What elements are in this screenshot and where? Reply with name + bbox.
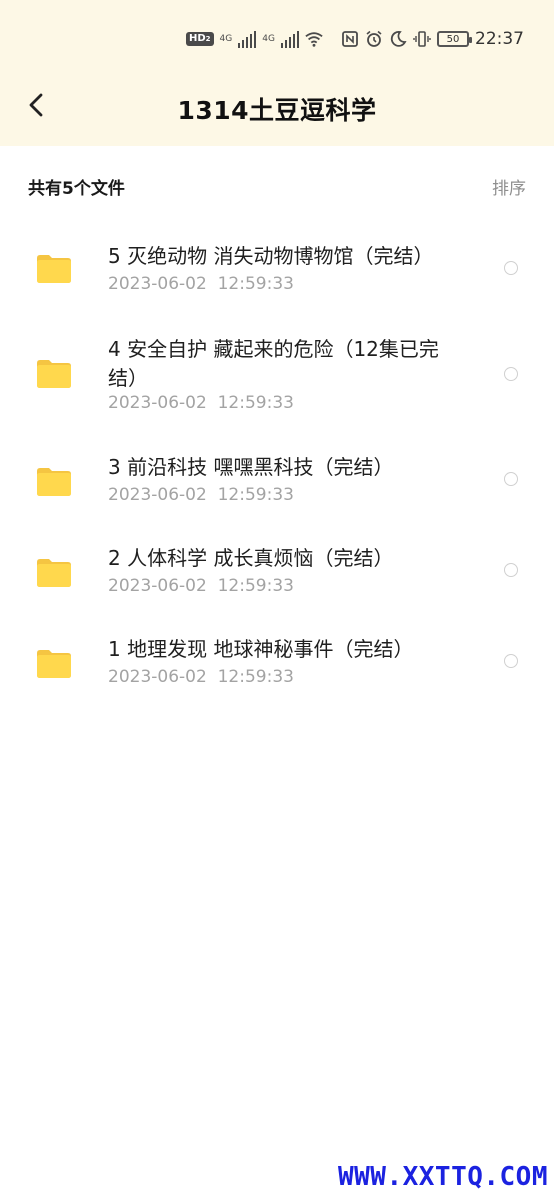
file-date: 2023-06-02 12:59:33	[108, 667, 294, 687]
hd-sub: 2	[205, 35, 211, 43]
folder-icon	[37, 559, 71, 587]
status-bar: HD2 4G 4G 50 22:37	[0, 0, 554, 78]
list-item[interactable]: 4 安全自护 藏起来的危险（12集已完结） 2023-06-02 12:59:3…	[0, 329, 554, 447]
signal-2-icon	[280, 30, 299, 48]
file-date: 2023-06-02 12:59:33	[108, 274, 294, 294]
wifi-icon	[305, 32, 323, 47]
file-name: 2 人体科学 成长真烦恼（完结）	[108, 546, 394, 570]
file-name: 3 前沿科技 嘿嘿黑科技（完结）	[108, 455, 394, 479]
file-date: 2023-06-02 12:59:33	[108, 393, 294, 413]
battery-level: 50	[446, 33, 460, 45]
folder-icon	[37, 468, 71, 496]
network-type-1: 4G	[219, 33, 233, 44]
file-name: 5 灭绝动物 消失动物博物馆（完结）	[108, 244, 434, 268]
list-item[interactable]: 3 前沿科技 嘿嘿黑科技（完结） 2023-06-02 12:59:33	[0, 447, 554, 538]
summary-row: 共有5个文件 排序	[0, 146, 554, 224]
folder-icon	[37, 255, 71, 283]
hd-badge: HD2	[186, 32, 214, 46]
select-radio[interactable]	[504, 367, 518, 381]
file-count: 共有5个文件	[28, 179, 125, 199]
do-not-disturb-moon-icon	[390, 31, 407, 47]
select-radio[interactable]	[504, 261, 518, 275]
app-screen: HD2 4G 4G 50 22:37 1314土豆逗科学 共有5个文件 排序 5…	[0, 0, 554, 1200]
network-type-2: 4G	[262, 33, 275, 44]
hd-label: HD	[189, 33, 206, 44]
watermark-text: WWW.XXTTQ.COM	[338, 1162, 548, 1192]
file-date: 2023-06-02 12:59:33	[108, 576, 294, 596]
nfc-icon	[342, 31, 358, 47]
list-item[interactable]: 5 灭绝动物 消失动物博物馆（完结） 2023-06-02 12:59:33	[0, 224, 554, 329]
vibrate-icon	[413, 31, 431, 47]
list-item[interactable]: 1 地理发现 地球神秘事件（完结） 2023-06-02 12:59:33	[0, 629, 554, 720]
file-list: 5 灭绝动物 消失动物博物馆（完结） 2023-06-02 12:59:33 4…	[0, 224, 554, 720]
select-radio[interactable]	[504, 654, 518, 668]
signal-1-icon	[238, 30, 257, 48]
sort-button[interactable]: 排序	[492, 174, 526, 199]
file-name: 4 安全自护 藏起来的危险（12集已完结）	[108, 337, 439, 390]
page-title: 1314土豆逗科学	[177, 96, 377, 125]
status-left-group: HD2 4G 4G	[186, 30, 323, 48]
list-item[interactable]: 2 人体科学 成长真烦恼（完结） 2023-06-02 12:59:33	[0, 538, 554, 629]
select-radio[interactable]	[504, 563, 518, 577]
select-radio[interactable]	[504, 472, 518, 486]
folder-icon	[37, 650, 71, 678]
status-time: 22:37	[475, 29, 524, 49]
status-right-group: 50 22:37	[341, 29, 524, 49]
app-header: 1314土豆逗科学	[0, 78, 554, 146]
file-name: 1 地理发现 地球神秘事件（完结）	[108, 637, 414, 661]
battery-icon: 50	[437, 31, 472, 47]
alarm-icon	[366, 30, 382, 47]
folder-icon	[37, 360, 71, 388]
top-bar: HD2 4G 4G 50 22:37 1314土豆逗科学	[0, 0, 554, 146]
file-date: 2023-06-02 12:59:33	[108, 485, 294, 505]
